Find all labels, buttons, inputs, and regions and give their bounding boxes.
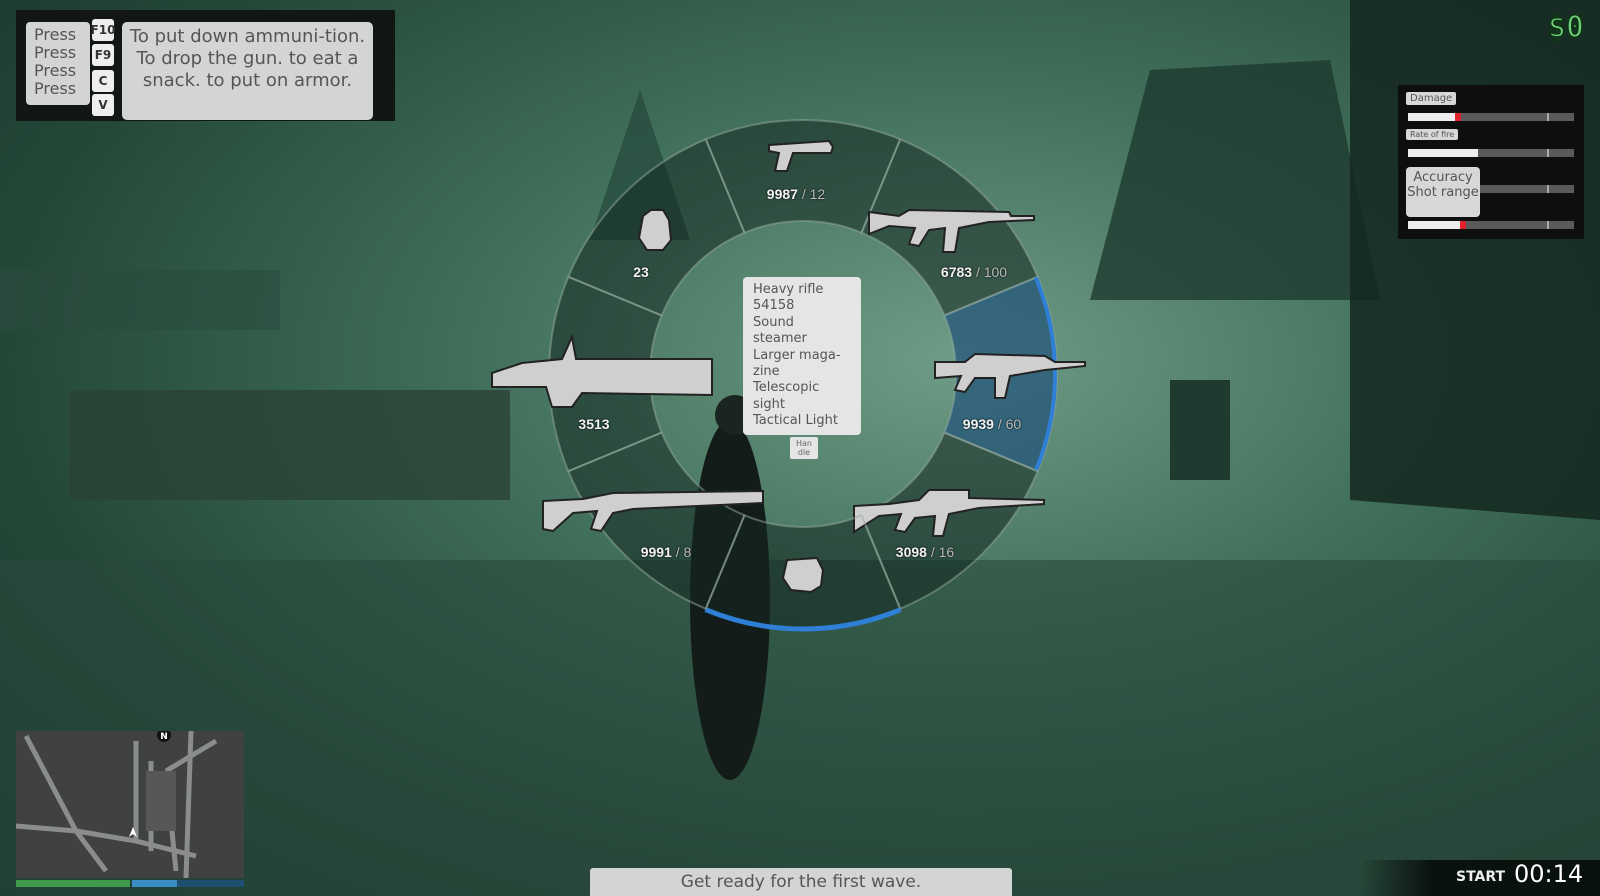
clip-size: / 100 <box>972 264 1008 280</box>
handle-tag: Han dle <box>790 437 818 459</box>
ammo-total: 3513 <box>578 416 610 432</box>
ammo-count: 9939 / 60 <box>932 416 1052 432</box>
armor-bar <box>132 880 244 887</box>
weapon-tooltip: Heavy rifle 54158 Sound steamer Larger m… <box>743 277 861 435</box>
objective-text: Get ready for the first wave. <box>590 868 1012 896</box>
ammo-total: 9987 <box>766 186 798 202</box>
help-line: To put down ammuni-tion. <box>129 26 366 47</box>
tooltip-line: zine <box>753 364 780 380</box>
tooltip-line: Larger maga- <box>753 347 841 363</box>
key-c: C <box>92 70 114 92</box>
weapon-slot-minigun[interactable]: 3513 <box>491 275 713 473</box>
help-line: To drop the gun. to eat a snack. to put … <box>136 48 359 91</box>
press-label: Press <box>34 61 77 80</box>
money-counter: $0 <box>1547 9 1585 46</box>
press-label: Press <box>34 79 77 98</box>
press-label: Press <box>34 43 77 62</box>
ammo-total: 3098 <box>895 544 927 560</box>
weapon-stats-panel: Damage Rate of fire Accuracy Shot range <box>1398 85 1584 239</box>
tooltip-line: steamer <box>753 331 807 347</box>
clip-size: / 16 <box>926 544 955 560</box>
ammo-count: 3513 <box>534 416 654 432</box>
ammo-count: 6783 / 100 <box>914 264 1034 280</box>
timer-value: 00:14 <box>1514 860 1584 888</box>
tooltip-line: sight <box>753 396 785 412</box>
key-v: V <box>92 94 114 116</box>
ammo-total: 9939 <box>962 416 994 432</box>
key-f10: F10 <box>91 19 115 41</box>
ammo-total: 6783 <box>940 264 973 280</box>
controls-help-text: To put down ammuni-tion. To drop the gun… <box>122 22 373 120</box>
rate-of-fire-label: Rate of fire <box>1406 129 1459 140</box>
damage-label: Damage <box>1406 92 1457 105</box>
tooltip-line: Sound <box>753 314 794 330</box>
ammo-count: 9987 / 12 <box>736 186 856 202</box>
tooltip-line: Tactical Light <box>753 413 838 429</box>
key-f9: F9 <box>92 44 114 66</box>
rate-of-fire-bar <box>1408 149 1574 157</box>
tooltip-line: 54158 <box>753 298 795 314</box>
minimap[interactable]: N <box>15 728 244 879</box>
health-bar <box>16 880 130 887</box>
timer-label: START <box>1456 869 1506 885</box>
ammo-total: 23 <box>633 264 649 280</box>
shot-range-bar <box>1408 221 1574 229</box>
grenade-icon <box>637 209 673 251</box>
clip-size: / 60 <box>993 416 1022 432</box>
ammo-count: 23 <box>581 264 701 280</box>
tooltip-line: Telescopic <box>753 380 820 396</box>
fist-icon <box>781 556 825 594</box>
clip-size: / 8 <box>671 544 692 560</box>
ammo-count: 9991 / 8 <box>606 544 726 560</box>
tooltip-line: Heavy rifle <box>753 282 824 297</box>
clip-size: / 12 <box>797 186 826 202</box>
minimap-roads: N <box>15 728 218 879</box>
ammo-count: 3098 / 16 <box>865 544 985 560</box>
ammo-total: 9991 <box>640 544 672 560</box>
press-labels: Press Press Press Press <box>26 22 90 105</box>
north-indicator: N <box>160 732 168 742</box>
press-label: Press <box>34 25 77 44</box>
damage-bar <box>1408 113 1574 121</box>
accuracy-range-label: Accuracy Shot range <box>1406 167 1480 217</box>
